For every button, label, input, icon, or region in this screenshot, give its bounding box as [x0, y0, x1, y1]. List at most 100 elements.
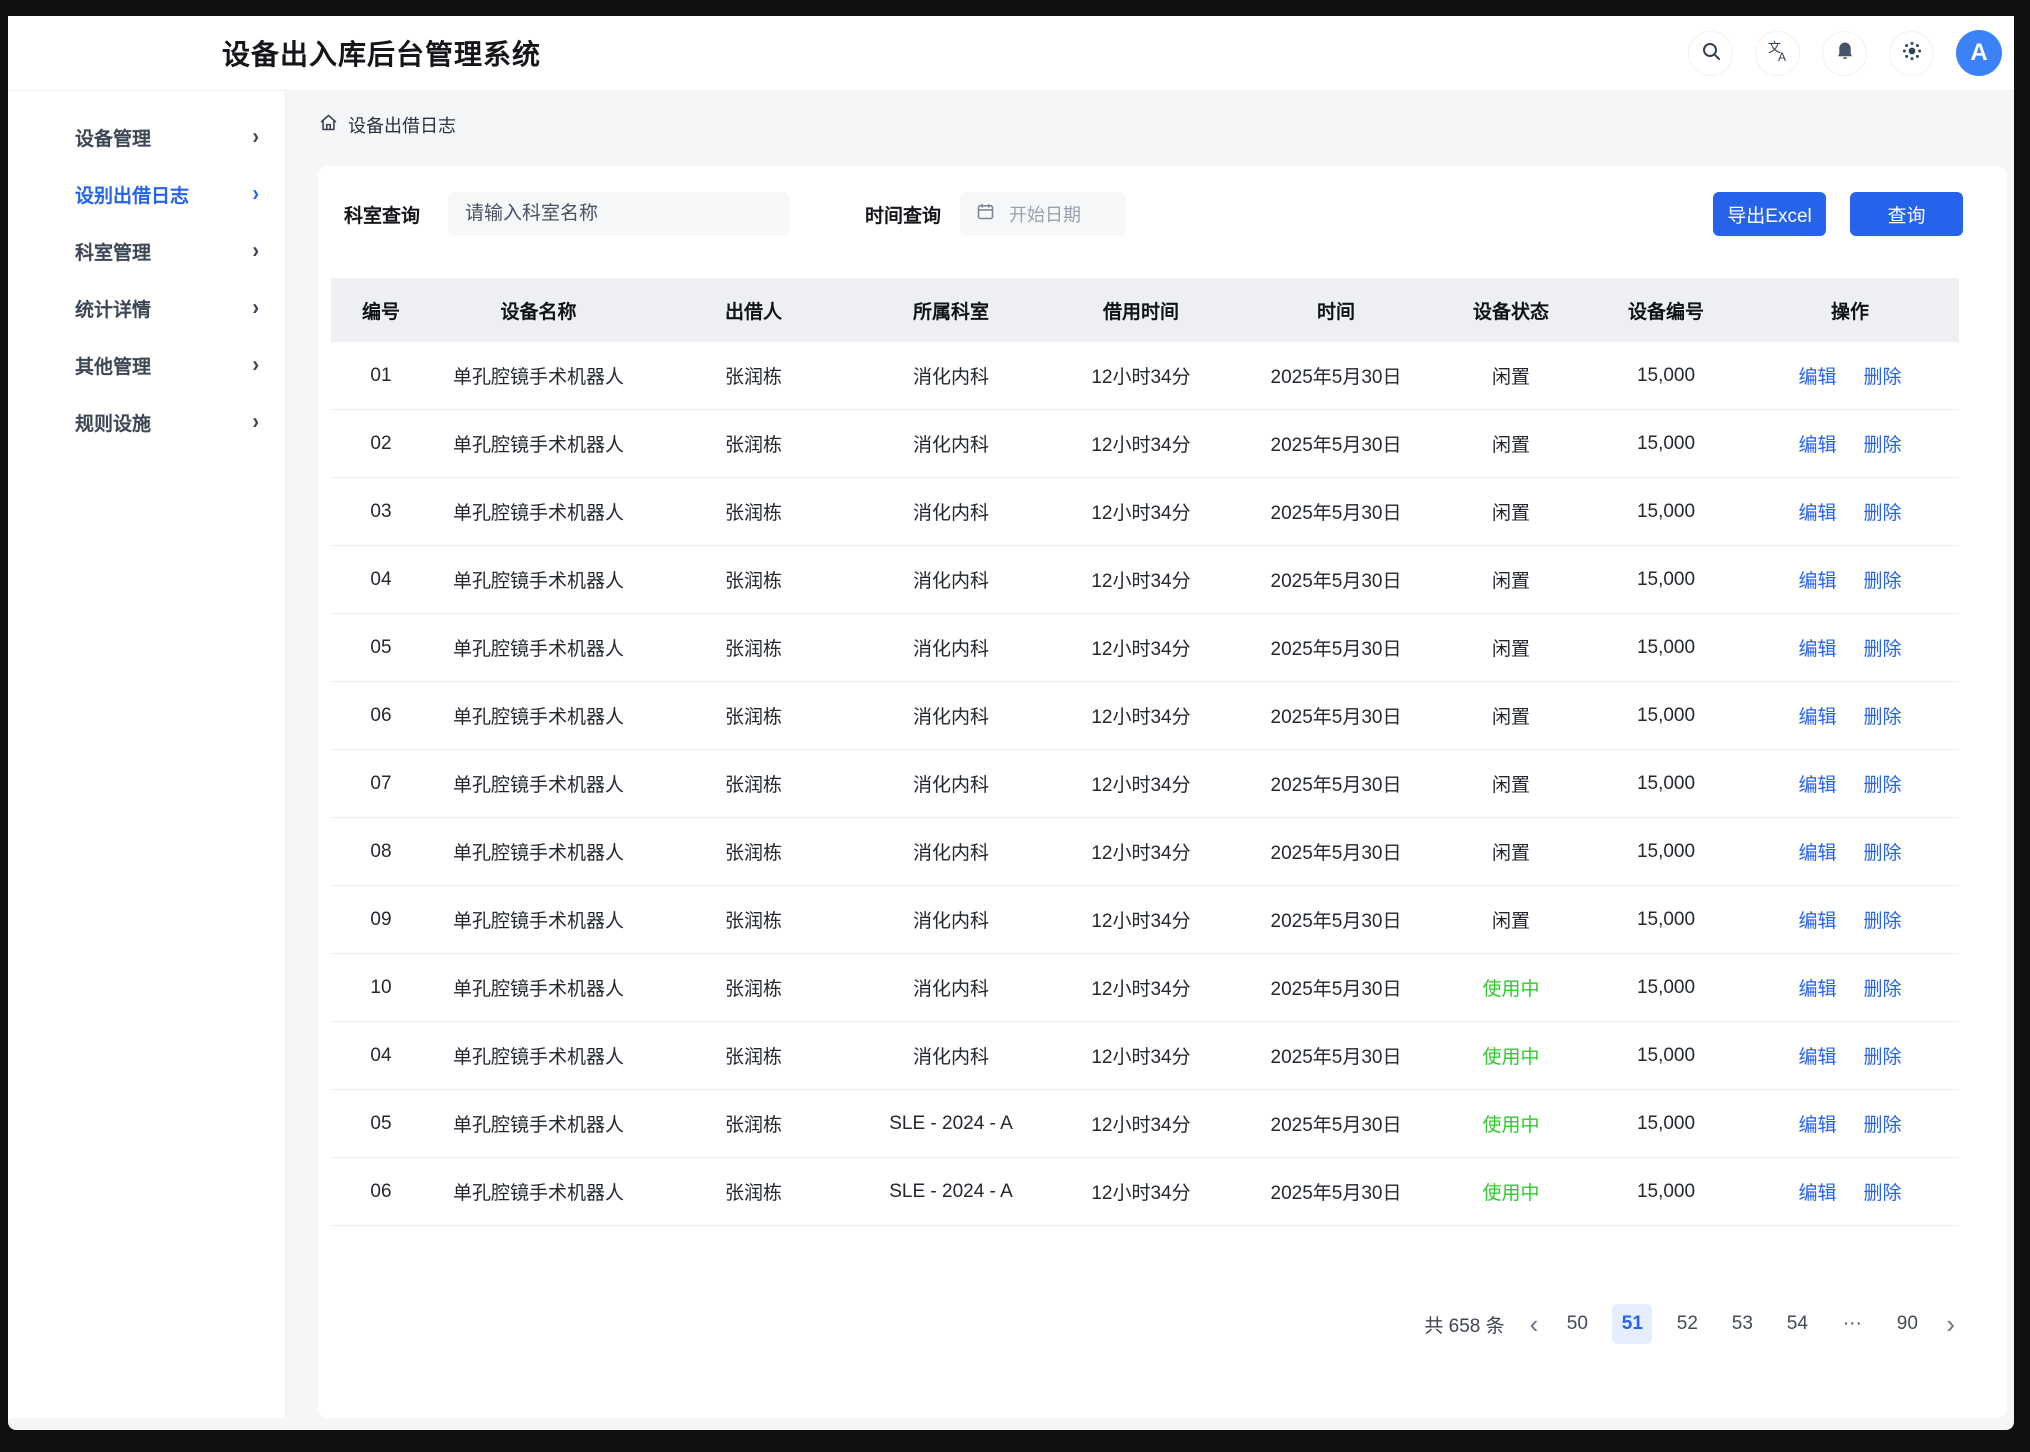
cell-actions: 编辑 删除 — [1741, 634, 1959, 661]
edit-link[interactable]: 编辑 — [1798, 1042, 1836, 1069]
delete-link[interactable]: 删除 — [1864, 430, 1902, 457]
cell-device-number: 15,000 — [1591, 1045, 1741, 1067]
page-button[interactable]: 50 — [1557, 1304, 1597, 1344]
edit-link[interactable]: 编辑 — [1798, 362, 1836, 389]
breadcrumb: 设备出借日志 — [318, 111, 456, 139]
edit-link[interactable]: 编辑 — [1798, 770, 1836, 797]
cell-device-number: 15,000 — [1591, 773, 1741, 795]
delete-link[interactable]: 删除 — [1864, 838, 1902, 865]
cell-borrow-duration: 12小时34分 — [1041, 634, 1241, 661]
cell-department: SLE - 2024 - A — [861, 1181, 1041, 1203]
delete-link[interactable]: 删除 — [1864, 974, 1902, 1001]
export-excel-button[interactable]: 导出Excel — [1713, 192, 1826, 236]
cell-borrow-duration: 12小时34分 — [1041, 1178, 1241, 1205]
cell-date: 2025年5月30日 — [1241, 770, 1431, 797]
search-button[interactable] — [1688, 31, 1733, 76]
sidebar-item-label: 统计详情 — [75, 295, 151, 322]
delete-link[interactable]: 删除 — [1864, 498, 1902, 525]
page-button[interactable]: 90 — [1887, 1304, 1927, 1344]
dept-search-input[interactable] — [448, 192, 789, 236]
sidebar-item[interactable]: 设备管理 › — [8, 109, 285, 166]
cell-department: 消化内科 — [861, 498, 1041, 525]
filter-bar: 科室查询 时间查询 开始日期 导出Excel 查询 — [344, 192, 1963, 236]
user-avatar[interactable]: A — [1956, 30, 2002, 76]
table-header-cell: 借用时间 — [1041, 297, 1241, 324]
sidebar-item[interactable]: 统计详情 › — [8, 280, 285, 337]
calendar-icon — [975, 201, 996, 227]
theme-button[interactable] — [1889, 31, 1934, 76]
delete-link[interactable]: 删除 — [1864, 906, 1902, 933]
next-page-icon[interactable]: › — [1942, 1305, 1959, 1343]
edit-link[interactable]: 编辑 — [1798, 566, 1836, 593]
sidebar-item[interactable]: 设别出借日志 › — [8, 166, 285, 223]
sidebar: 设备管理 › 设别出借日志 › 科室管理 › 统计详情 › 其他管理 › — [8, 91, 286, 1418]
cell-department: 消化内科 — [861, 362, 1041, 389]
sidebar-item[interactable]: 其他管理 › — [8, 337, 285, 394]
app-title: 设备出入库后台管理系统 — [222, 33, 541, 73]
brightness-icon — [1900, 39, 1924, 68]
cell-device-name: 单孔腔镜手术机器人 — [431, 566, 646, 593]
delete-link[interactable]: 删除 — [1864, 634, 1902, 661]
table-row: 10 单孔腔镜手术机器人 张润栋 消化内科 12小时34分 2025年5月30日… — [331, 954, 1959, 1022]
cell-device-status: 闲置 — [1431, 634, 1591, 661]
sidebar-item[interactable]: 科室管理 › — [8, 223, 285, 280]
cell-actions: 编辑 删除 — [1741, 838, 1959, 865]
table-row: 02 单孔腔镜手术机器人 张润栋 消化内科 12小时34分 2025年5月30日… — [331, 410, 1959, 478]
cell-actions: 编辑 删除 — [1741, 430, 1959, 457]
cell-borrow-duration: 12小时34分 — [1041, 702, 1241, 729]
cell-device-status: 使用中 — [1431, 1178, 1591, 1205]
app-window: 设备出入库后台管理系统 文A A — [8, 16, 2014, 1430]
page-button[interactable]: ··· — [1832, 1304, 1872, 1344]
delete-link[interactable]: 删除 — [1864, 362, 1902, 389]
prev-page-icon[interactable]: ‹ — [1526, 1305, 1543, 1343]
cell-borrower: 张润栋 — [646, 566, 861, 593]
page-button[interactable]: 54 — [1777, 1304, 1817, 1344]
edit-link[interactable]: 编辑 — [1798, 906, 1836, 933]
sidebar-item-label: 其他管理 — [75, 352, 151, 379]
edit-link[interactable]: 编辑 — [1798, 498, 1836, 525]
cell-borrow-duration: 12小时34分 — [1041, 906, 1241, 933]
table-header-cell: 时间 — [1241, 297, 1431, 324]
table-header-cell: 操作 — [1741, 297, 1959, 324]
top-header: 设备出入库后台管理系统 文A A — [8, 16, 2014, 91]
edit-link[interactable]: 编辑 — [1798, 430, 1836, 457]
cell-borrower: 张润栋 — [646, 1110, 861, 1137]
cell-date: 2025年5月30日 — [1241, 1042, 1431, 1069]
cell-id: 01 — [331, 365, 431, 387]
cell-actions: 编辑 删除 — [1741, 498, 1959, 525]
cell-department: 消化内科 — [861, 430, 1041, 457]
cell-borrower: 张润栋 — [646, 1042, 861, 1069]
page-button[interactable]: 51 — [1612, 1304, 1652, 1344]
cell-actions: 编辑 删除 — [1741, 1042, 1959, 1069]
delete-link[interactable]: 删除 — [1864, 566, 1902, 593]
translate-button[interactable]: 文A — [1755, 31, 1800, 76]
edit-link[interactable]: 编辑 — [1798, 1178, 1836, 1205]
cell-date: 2025年5月30日 — [1241, 838, 1431, 865]
start-date-picker[interactable]: 开始日期 — [960, 192, 1126, 236]
table-header-cell: 所属科室 — [861, 297, 1041, 324]
notification-button[interactable] — [1822, 31, 1867, 76]
delete-link[interactable]: 删除 — [1864, 1042, 1902, 1069]
edit-link[interactable]: 编辑 — [1798, 634, 1836, 661]
delete-link[interactable]: 删除 — [1864, 770, 1902, 797]
edit-link[interactable]: 编辑 — [1798, 974, 1836, 1001]
query-button[interactable]: 查询 — [1850, 192, 1963, 236]
content-card: 科室查询 时间查询 开始日期 导出Excel 查询 编号 — [318, 166, 2007, 1418]
cell-id: 04 — [331, 1045, 431, 1067]
time-query-label: 时间查询 — [865, 201, 941, 228]
delete-link[interactable]: 删除 — [1864, 1178, 1902, 1205]
cell-device-number: 15,000 — [1591, 1181, 1741, 1203]
sidebar-item[interactable]: 规则设施 › — [8, 394, 285, 451]
home-icon — [318, 112, 339, 138]
delete-link[interactable]: 删除 — [1864, 1110, 1902, 1137]
delete-link[interactable]: 删除 — [1864, 702, 1902, 729]
page-button[interactable]: 53 — [1722, 1304, 1762, 1344]
edit-link[interactable]: 编辑 — [1798, 838, 1836, 865]
page-button[interactable]: 52 — [1667, 1304, 1707, 1344]
total-count: 共 658 条 — [1424, 1311, 1504, 1338]
cell-device-name: 单孔腔镜手术机器人 — [431, 1110, 646, 1137]
edit-link[interactable]: 编辑 — [1798, 1110, 1836, 1137]
edit-link[interactable]: 编辑 — [1798, 702, 1836, 729]
header-actions: 文A A — [1688, 30, 2002, 76]
table-row: 04 单孔腔镜手术机器人 张润栋 消化内科 12小时34分 2025年5月30日… — [331, 1022, 1959, 1090]
